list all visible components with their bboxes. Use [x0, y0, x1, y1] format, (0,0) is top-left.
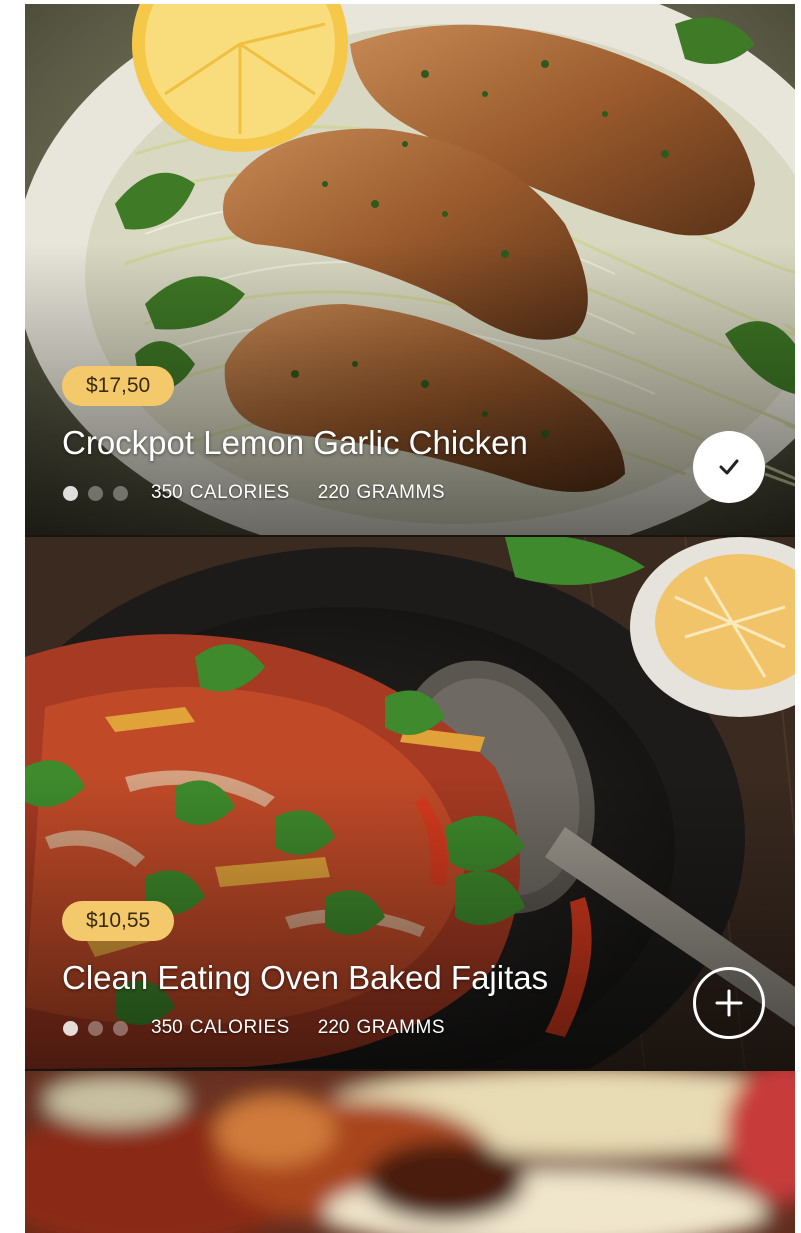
calories-value: 350 [151, 482, 183, 503]
price-badge: $10,55 [62, 901, 175, 941]
rating-dot [113, 1020, 128, 1036]
selected-toggle-button[interactable] [693, 431, 765, 503]
meal-title[interactable]: Crockpot Lemon Garlic Chicken [62, 424, 528, 462]
check-icon [719, 459, 739, 475]
weight-unit: GRAMMS [356, 1017, 445, 1038]
rating-dot [113, 485, 128, 501]
meal-card[interactable]: $10,55 Clean Eating Oven Baked Fajitas 3… [25, 537, 795, 1069]
meal-photo-blurred [25, 1071, 795, 1233]
meal-card[interactable] [25, 1071, 795, 1233]
plus-icon [715, 989, 743, 1017]
calories-unit: CALORIES [189, 1017, 290, 1038]
meal-card[interactable]: $17,50 Crockpot Lemon Garlic Chicken 350… [25, 4, 795, 535]
weight-value: 220 [317, 1017, 350, 1038]
weight-unit: GRAMMS [356, 482, 445, 503]
calories-value: 350 [151, 1017, 183, 1038]
meal-meta: 350 CALORIES 220 GRAMMS [63, 482, 445, 504]
rating-dot [63, 1020, 78, 1036]
rating-dot [63, 485, 78, 501]
meal-meta: 350 CALORIES 220 GRAMMS [63, 1017, 445, 1039]
price-badge: $17,50 [62, 366, 175, 406]
calories-unit: CALORIES [189, 482, 290, 503]
meal-title[interactable]: Clean Eating Oven Baked Fajitas [62, 959, 548, 997]
rating-dot [88, 485, 103, 501]
add-meal-button[interactable] [693, 967, 765, 1039]
weight-value: 220 [317, 482, 350, 503]
meal-feed[interactable]: $17,50 Crockpot Lemon Garlic Chicken 350… [25, 4, 795, 1233]
rating-dot [88, 1020, 103, 1036]
